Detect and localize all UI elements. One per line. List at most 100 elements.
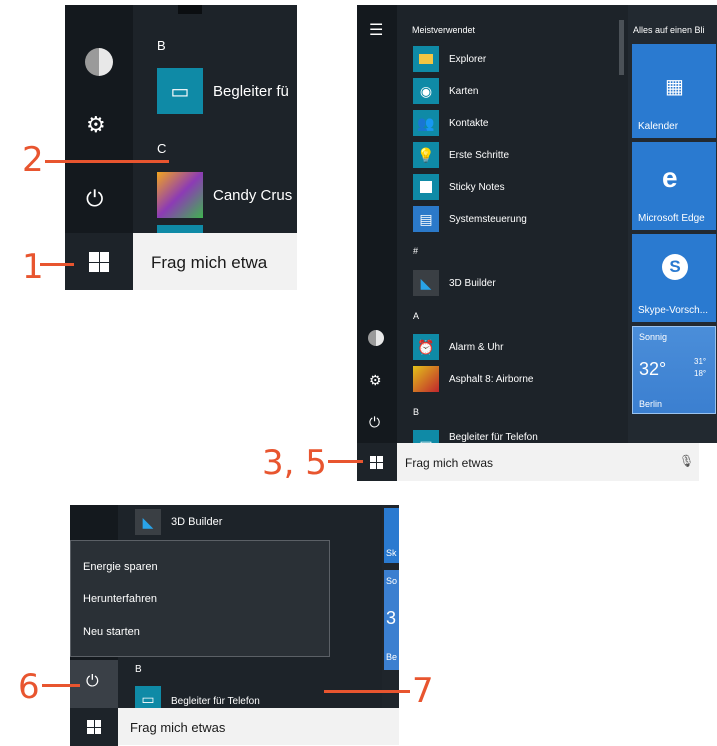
power-icon[interactable]: ⏻ — [369, 414, 380, 431]
callout-1: 1 — [22, 247, 44, 287]
tile-fragment-label: So — [386, 576, 398, 586]
skype-icon: S — [662, 254, 688, 280]
callout-7-line — [324, 690, 410, 693]
settings-gear-icon[interactable]: ⚙ — [86, 112, 106, 138]
tile-label: Microsoft Edge — [638, 213, 705, 224]
maps-icon: ◉ — [413, 78, 439, 104]
folder-icon — [413, 46, 439, 72]
cortana-search-box[interactable]: Frag mich etwas 🎙 — [397, 443, 699, 481]
edge-icon: e — [662, 162, 678, 193]
callout-1-line — [40, 263, 74, 266]
app-asphalt-8[interactable]: Asphalt 8: Airborne — [413, 366, 534, 392]
app-alarm-uhr[interactable]: ⏰ Alarm & Uhr — [413, 334, 503, 360]
scrollbar[interactable] — [619, 20, 624, 75]
app-begleiter[interactable]: ▭ Begleiter fü — [157, 68, 289, 114]
callout-6: 6 — [18, 667, 40, 707]
phone-companion-icon: ▭ — [135, 686, 161, 708]
user-avatar[interactable] — [85, 48, 113, 76]
candy-crush-icon — [157, 172, 203, 218]
app-3d-builder[interactable]: ◣ 3D Builder — [135, 509, 222, 535]
sticky-note-icon — [413, 174, 439, 200]
weather-city: Berlin — [639, 399, 663, 409]
tiles-group-header: Alles auf einen Bli — [633, 25, 705, 35]
app-label: Kontakte — [449, 117, 489, 129]
settings-gear-icon[interactable]: ⚙ — [369, 372, 382, 389]
people-icon: 👥 — [413, 110, 439, 136]
app-kontakte[interactable]: 👥 Kontakte — [413, 110, 488, 136]
user-avatar[interactable] — [368, 330, 384, 346]
hamburger-menu-icon[interactable]: ☰ — [369, 20, 383, 40]
app-label: Candy Crus — [213, 186, 293, 204]
asphalt-game-icon — [413, 366, 439, 392]
callout-7: 7 — [412, 671, 434, 711]
alarm-clock-icon: ⏰ — [413, 334, 439, 360]
tile-fragment-weather[interactable]: So 3 Be — [384, 570, 399, 670]
tile-weather[interactable]: Sonnig 32° 31° 18° Berlin — [632, 326, 716, 414]
app-karten[interactable]: ◉ Karten — [413, 78, 478, 104]
3d-builder-icon: ◣ — [413, 270, 439, 296]
windows-logo-icon — [370, 456, 383, 469]
start-button[interactable] — [357, 443, 397, 481]
lightbulb-icon: 💡 — [413, 142, 439, 168]
control-panel-icon: ▤ — [413, 206, 439, 232]
tile-fragment-skype[interactable]: Sk — [384, 508, 399, 563]
tile-fragment-label: 3 — [386, 608, 397, 628]
app-label: Begleiter für Telefon — [171, 696, 260, 707]
phone-companion-icon: ▭ — [157, 68, 203, 114]
menu-item-herunterfahren[interactable]: Herunterfahren — [83, 593, 157, 605]
power-icon[interactable]: ⏻ — [86, 186, 103, 212]
callout-3-5: 3, 5 — [262, 443, 327, 483]
tile-fragment-label: Sk — [386, 548, 397, 558]
callout-2-line — [45, 160, 169, 163]
app-explorer[interactable]: Explorer — [413, 46, 486, 72]
app-systemsteuerung[interactable]: ▤ Systemsteuerung — [413, 206, 527, 232]
app-sticky-notes[interactable]: Sticky Notes — [413, 174, 505, 200]
tile-skype[interactable]: S Skype-Vorsch... — [632, 234, 716, 322]
3d-builder-icon: ◣ — [135, 509, 161, 535]
app-label: Sticky Notes — [449, 181, 505, 193]
section-letter-c: C — [157, 141, 167, 156]
app-label: Systemsteuerung — [449, 213, 527, 225]
start-button[interactable] — [65, 233, 133, 290]
menu-item-neu-starten[interactable]: Neu starten — [83, 626, 140, 638]
windows-logo-icon — [89, 252, 109, 272]
power-menu: Energie sparen Herunterfahren Neu starte… — [70, 540, 330, 657]
search-placeholder: Frag mich etwas — [405, 456, 494, 470]
app-3d-builder[interactable]: ◣ 3D Builder — [413, 270, 496, 296]
search-placeholder: Frag mich etwa — [151, 253, 268, 272]
app-label: Begleiter fü — [213, 82, 289, 100]
weather-high: 31° — [694, 357, 707, 366]
section-b: B — [413, 407, 420, 417]
callout-6-line — [42, 684, 80, 687]
section-b: B — [135, 664, 142, 675]
weather-low: 18° — [694, 369, 707, 378]
tile-kalender[interactable]: ▦ Kalender — [632, 44, 716, 138]
app-label: Alarm & Uhr — [449, 341, 504, 353]
microphone-icon[interactable]: 🎙 — [679, 454, 694, 468]
app-label: 3D Builder — [171, 516, 223, 528]
section-most-used: Meistverwendet — [412, 25, 476, 35]
cortana-search-box[interactable]: Frag mich etwas — [118, 708, 399, 745]
app-erste-schritte[interactable]: 💡 Erste Schritte — [413, 142, 509, 168]
search-placeholder: Frag mich etwas — [130, 720, 226, 735]
app-begleiter-telefon[interactable]: ▭ Begleiter für Telefon — [135, 686, 260, 708]
app-label: Karten — [449, 85, 479, 97]
tile-label: Skype-Vorsch... — [638, 305, 709, 316]
tile-label: Kalender — [638, 121, 679, 132]
menu-item-energie-sparen[interactable]: Energie sparen — [83, 561, 158, 573]
app-begleiter-telefon[interactable]: ▭ Begleiter für Telefon — [413, 430, 538, 443]
weather-temperature: 32° — [639, 359, 667, 379]
section-a: A — [413, 311, 420, 321]
app-candy-crush[interactable]: Candy Crus — [157, 172, 292, 218]
start-button[interactable] — [70, 708, 118, 746]
app-label: Asphalt 8: Airborne — [449, 373, 534, 385]
app-label: 3D Builder — [449, 277, 496, 289]
tile-edge[interactable]: e Microsoft Edge — [632, 142, 716, 230]
cortana-search-box[interactable]: Frag mich etwa — [133, 233, 297, 290]
section-letter-b: B — [157, 38, 166, 53]
weather-condition: Sonnig — [639, 332, 668, 342]
callout-3-5-line — [328, 460, 363, 463]
app-label: Explorer — [449, 53, 487, 65]
next-app-icon-partial — [157, 225, 203, 233]
section-hash: # — [413, 246, 419, 256]
